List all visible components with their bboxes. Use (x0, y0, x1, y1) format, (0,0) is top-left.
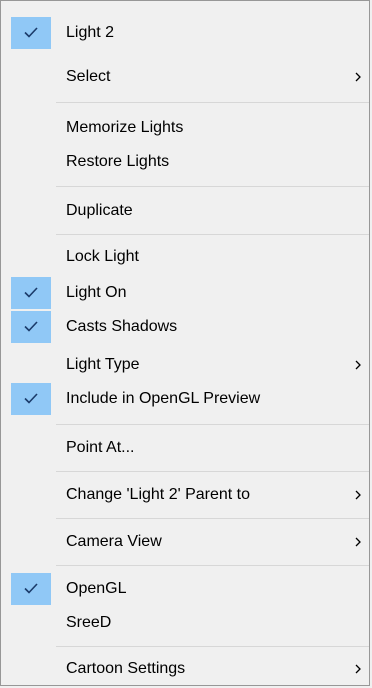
menu-item-label: Change 'Light 2' Parent to (66, 486, 251, 503)
chevron-right-icon (355, 360, 361, 370)
menu-item-label: Camera View (66, 533, 162, 550)
checkmark-icon (24, 27, 38, 38)
menu-item-light-2[interactable]: Light 2 (1, 16, 369, 50)
menu-item-sreed[interactable]: SreeD (1, 606, 369, 640)
menu-item-restore-lights[interactable]: Restore Lights (1, 145, 369, 179)
menu-item-label: Memorize Lights (66, 119, 184, 136)
menu-item-change-parent[interactable]: Change 'Light 2' Parent to (1, 478, 369, 512)
menu-separator (56, 565, 369, 566)
menu-separator (56, 646, 369, 647)
checkmark-icon (24, 393, 38, 404)
check-highlight (11, 311, 51, 343)
menu-item-label: SreeD (66, 614, 112, 631)
menu-item-memorize-lights[interactable]: Memorize Lights (1, 111, 369, 145)
menu-item-label: Light On (66, 284, 127, 301)
menu-item-label: Lock Light (66, 248, 139, 265)
menu-item-include-opengl-preview[interactable]: Include in OpenGL Preview (1, 382, 369, 416)
check-highlight (11, 383, 51, 415)
menu-item-opengl[interactable]: OpenGL (1, 572, 369, 606)
chevron-right-icon (355, 537, 361, 547)
chevron-right-icon (355, 490, 361, 500)
check-highlight (11, 17, 51, 49)
menu-item-label: Cartoon Settings (66, 660, 186, 677)
menu-item-label: Light Type (66, 356, 140, 373)
menu-item-casts-shadows[interactable]: Casts Shadows (1, 310, 369, 344)
menu-separator (56, 186, 369, 187)
checkmark-icon (24, 583, 38, 594)
menu-item-label: Duplicate (66, 202, 133, 219)
checkmark-icon (24, 321, 38, 332)
menu-item-light-type[interactable]: Light Type (1, 348, 369, 382)
menu-item-cartoon-settings[interactable]: Cartoon Settings (1, 652, 369, 686)
menu-separator (56, 518, 369, 519)
menu-separator (56, 471, 369, 472)
menu-item-label: Casts Shadows (66, 318, 178, 335)
menu-item-label: Restore Lights (66, 153, 170, 170)
menu-item-label: Select (66, 68, 111, 85)
menu-item-duplicate[interactable]: Duplicate (1, 194, 369, 228)
menu-item-label: Include in OpenGL Preview (66, 390, 261, 407)
context-menu: Light 2 Select Memorize Lights Restore L… (0, 0, 370, 686)
menu-separator (56, 102, 369, 103)
menu-item-label: OpenGL (66, 580, 127, 597)
chevron-right-icon (355, 72, 361, 82)
menu-separator (56, 424, 369, 425)
checkmark-icon (24, 287, 38, 298)
menu-item-camera-view[interactable]: Camera View (1, 525, 369, 559)
check-highlight (11, 277, 51, 309)
menu-item-select[interactable]: Select (1, 60, 369, 94)
chevron-right-icon (355, 664, 361, 674)
menu-item-light-on[interactable]: Light On (1, 276, 369, 310)
check-highlight (11, 573, 51, 605)
menu-item-lock-light[interactable]: Lock Light (1, 240, 369, 274)
menu-item-label: Light 2 (66, 24, 115, 41)
menu-item-label: Point At... (66, 439, 135, 456)
menu-separator (56, 234, 369, 235)
menu-item-point-at[interactable]: Point At... (1, 431, 369, 465)
